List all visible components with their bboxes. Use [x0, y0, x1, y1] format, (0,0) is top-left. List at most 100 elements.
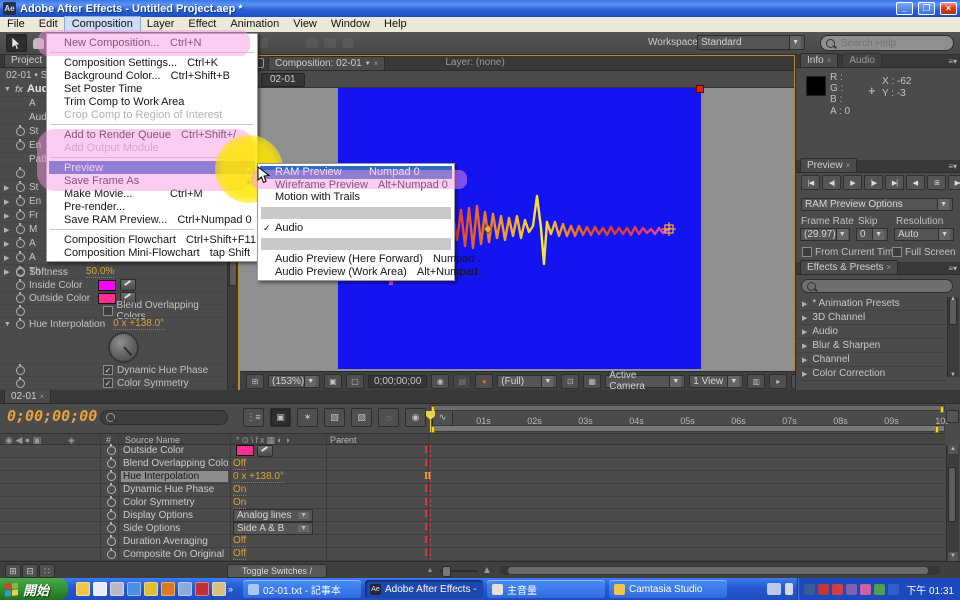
rotation-dial[interactable]: [108, 332, 139, 363]
view-layout-dropdown[interactable]: 1 View▼: [689, 375, 743, 388]
preview-options-dropdown[interactable]: RAM Preview Options▼: [801, 198, 953, 211]
safe-margins-icon[interactable]: ▣: [324, 374, 342, 389]
auto-keyframe-icon[interactable]: ◉: [405, 408, 426, 427]
expand-inout-icon[interactable]: ∷: [39, 564, 55, 578]
property-value[interactable]: Off ▼: [233, 548, 246, 560]
property-value[interactable]: 0 x +138.0° ▼: [233, 471, 284, 483]
submenu-item[interactable]: Audio Preview (Here Forward) Numpad .: [260, 253, 452, 266]
stopwatch-icon[interactable]: [107, 537, 116, 546]
rotate-tool-icon[interactable]: [306, 38, 318, 48]
next-frame-button[interactable]: |▶: [864, 175, 883, 190]
softness-row[interactable]: ▶ Softness 50.0%: [0, 265, 224, 278]
color-symmetry-checkbox[interactable]: ✓: [103, 378, 113, 388]
menu-item[interactable]: Make Movie... Ctrl+M: [49, 187, 255, 200]
help-search-input[interactable]: [839, 37, 948, 50]
color-symmetry-row[interactable]: ▶ ✓ Color Symmetry: [0, 376, 224, 389]
timeline-property-row[interactable]: Side Options Side A & B ▼: [0, 522, 945, 535]
timeline-property-row[interactable]: Hue Interpolation 0 x +138.0° ▼: [0, 471, 945, 484]
close-icon[interactable]: ×: [827, 56, 832, 65]
quick-launch-icon[interactable]: [178, 582, 192, 596]
color-swatch[interactable]: [236, 445, 254, 456]
timeline-horizontal-scrollbar[interactable]: [500, 566, 940, 575]
panel-menu-icon[interactable]: ≡▾: [948, 162, 957, 171]
timeline-property-row[interactable]: Blend Overlapping Colors Off ▼: [0, 458, 945, 471]
eyedropper-icon[interactable]: [257, 445, 273, 457]
tab-effects-presets[interactable]: Effects & Presets×: [800, 260, 898, 274]
parent-column-header[interactable]: Parent: [330, 435, 357, 445]
submenu-item[interactable]: [261, 207, 451, 220]
property-value[interactable]: Side A & B ▼: [233, 522, 313, 535]
menu-item[interactable]: Add Output Module: [49, 141, 255, 154]
tray-icon[interactable]: [818, 584, 829, 595]
pan-behind-tool-icon[interactable]: [342, 38, 354, 48]
fast-previews-icon[interactable]: ▸: [769, 374, 787, 389]
menu-item[interactable]: Composition Settings... Ctrl+K: [49, 56, 255, 69]
tab-timeline-02-01[interactable]: 02-01×: [4, 390, 51, 403]
softness-value[interactable]: 50.0%: [86, 266, 114, 278]
first-frame-button[interactable]: |◀: [801, 175, 820, 190]
stopwatch-icon[interactable]: [107, 524, 116, 533]
submenu-item[interactable]: [261, 238, 451, 251]
stopwatch-icon[interactable]: [107, 485, 116, 494]
brainstorm-icon[interactable]: ◌: [378, 408, 399, 427]
menu-item[interactable]: [50, 124, 254, 125]
channels-icon[interactable]: ●: [475, 374, 493, 389]
transparency-grid-icon[interactable]: ▦: [583, 374, 601, 389]
close-icon[interactable]: ×: [846, 161, 851, 170]
timeline-property-row[interactable]: Duration Averaging Off ▼: [0, 535, 945, 548]
property-value[interactable]: Off ▼: [233, 535, 246, 547]
breadcrumb[interactable]: 02-01: [261, 73, 305, 87]
hue-value[interactable]: 0 x +138.0°: [113, 318, 164, 330]
outside-color-swatch[interactable]: [98, 293, 116, 304]
help-search[interactable]: [820, 35, 954, 51]
menu-item[interactable]: Pre-render...: [49, 200, 255, 213]
stopwatch-icon[interactable]: [107, 446, 116, 455]
quick-launch-icon[interactable]: [161, 582, 175, 596]
effects-category[interactable]: ▶ Audio: [796, 325, 946, 339]
tab-preview[interactable]: Preview×: [800, 158, 857, 172]
menu-bar-item[interactable]: File: [0, 17, 32, 32]
motion-blur-icon[interactable]: ▨: [351, 408, 372, 427]
timeline-timecode[interactable]: 0;00;00;00: [7, 407, 97, 425]
close-icon[interactable]: ×: [374, 59, 379, 68]
zoom-in-icon[interactable]: ▲: [482, 565, 492, 576]
panel-menu-icon[interactable]: ≡▾: [948, 264, 957, 273]
frame-rate-dropdown[interactable]: (29.97)▼: [800, 228, 850, 241]
blend-row[interactable]: ▶ Blend Overlapping Colors: [0, 304, 224, 317]
menu-item[interactable]: Crop Comp to Region of Interest: [49, 108, 255, 121]
effects-category[interactable]: ▶ Blur & Sharpen: [796, 339, 946, 353]
region-of-interest-icon[interactable]: ▢: [346, 374, 364, 389]
work-area-end-handle[interactable]: [935, 426, 939, 433]
timeline-property-row[interactable]: Color Symmetry On ▼: [0, 497, 945, 510]
timeline-search[interactable]: [100, 410, 228, 425]
restore-button[interactable]: ❐: [918, 2, 935, 15]
menu-item[interactable]: New Composition... Ctrl+N: [49, 36, 255, 49]
menu-bar-item[interactable]: Edit: [32, 17, 65, 32]
menu-bar-item[interactable]: Layer: [140, 17, 182, 32]
grid-options-icon[interactable]: ⊞: [246, 374, 264, 389]
eyedropper-icon[interactable]: [120, 279, 136, 291]
menu-item[interactable]: Trim Comp to Work Area: [49, 95, 255, 108]
scroll-down-icon[interactable]: ▼: [948, 552, 958, 561]
menu-item[interactable]: Background Color... Ctrl+Shift+B: [49, 69, 255, 82]
scroll-up-icon[interactable]: ▲: [950, 296, 956, 302]
effects-category[interactable]: ▶ * Animation Presets: [796, 297, 946, 311]
tray-icon[interactable]: [860, 584, 871, 595]
from-current-time-checkbox[interactable]: [802, 247, 812, 257]
hue-interpolation-row[interactable]: ▼ Hue Interpolation 0 x +138.0°: [0, 317, 224, 330]
loop-button[interactable]: ⊞: [927, 175, 946, 190]
quick-launch-icon[interactable]: [144, 582, 158, 596]
tray-icon[interactable]: [832, 584, 843, 595]
quick-launch-icon[interactable]: [127, 582, 141, 596]
comp-timecode[interactable]: 0;00;00;00: [368, 375, 427, 388]
effects-category[interactable]: ▶ Channel: [796, 353, 946, 367]
show-snapshot-icon[interactable]: ▤: [453, 374, 471, 389]
toggle-switches-modes-button[interactable]: Toggle Switches / Modes: [227, 564, 327, 578]
previous-frame-button[interactable]: ◀|: [822, 175, 841, 190]
taskbar-button[interactable]: Camtasia Studio: [609, 580, 727, 598]
quick-launch-icon[interactable]: [110, 582, 124, 596]
property-value[interactable]: Off ▼: [233, 458, 246, 470]
menu-bar-item[interactable]: Composition: [65, 17, 140, 32]
comp-flowchart-icon[interactable]: ⋮≡: [243, 408, 264, 427]
menu-item[interactable]: Preview: [49, 161, 255, 174]
